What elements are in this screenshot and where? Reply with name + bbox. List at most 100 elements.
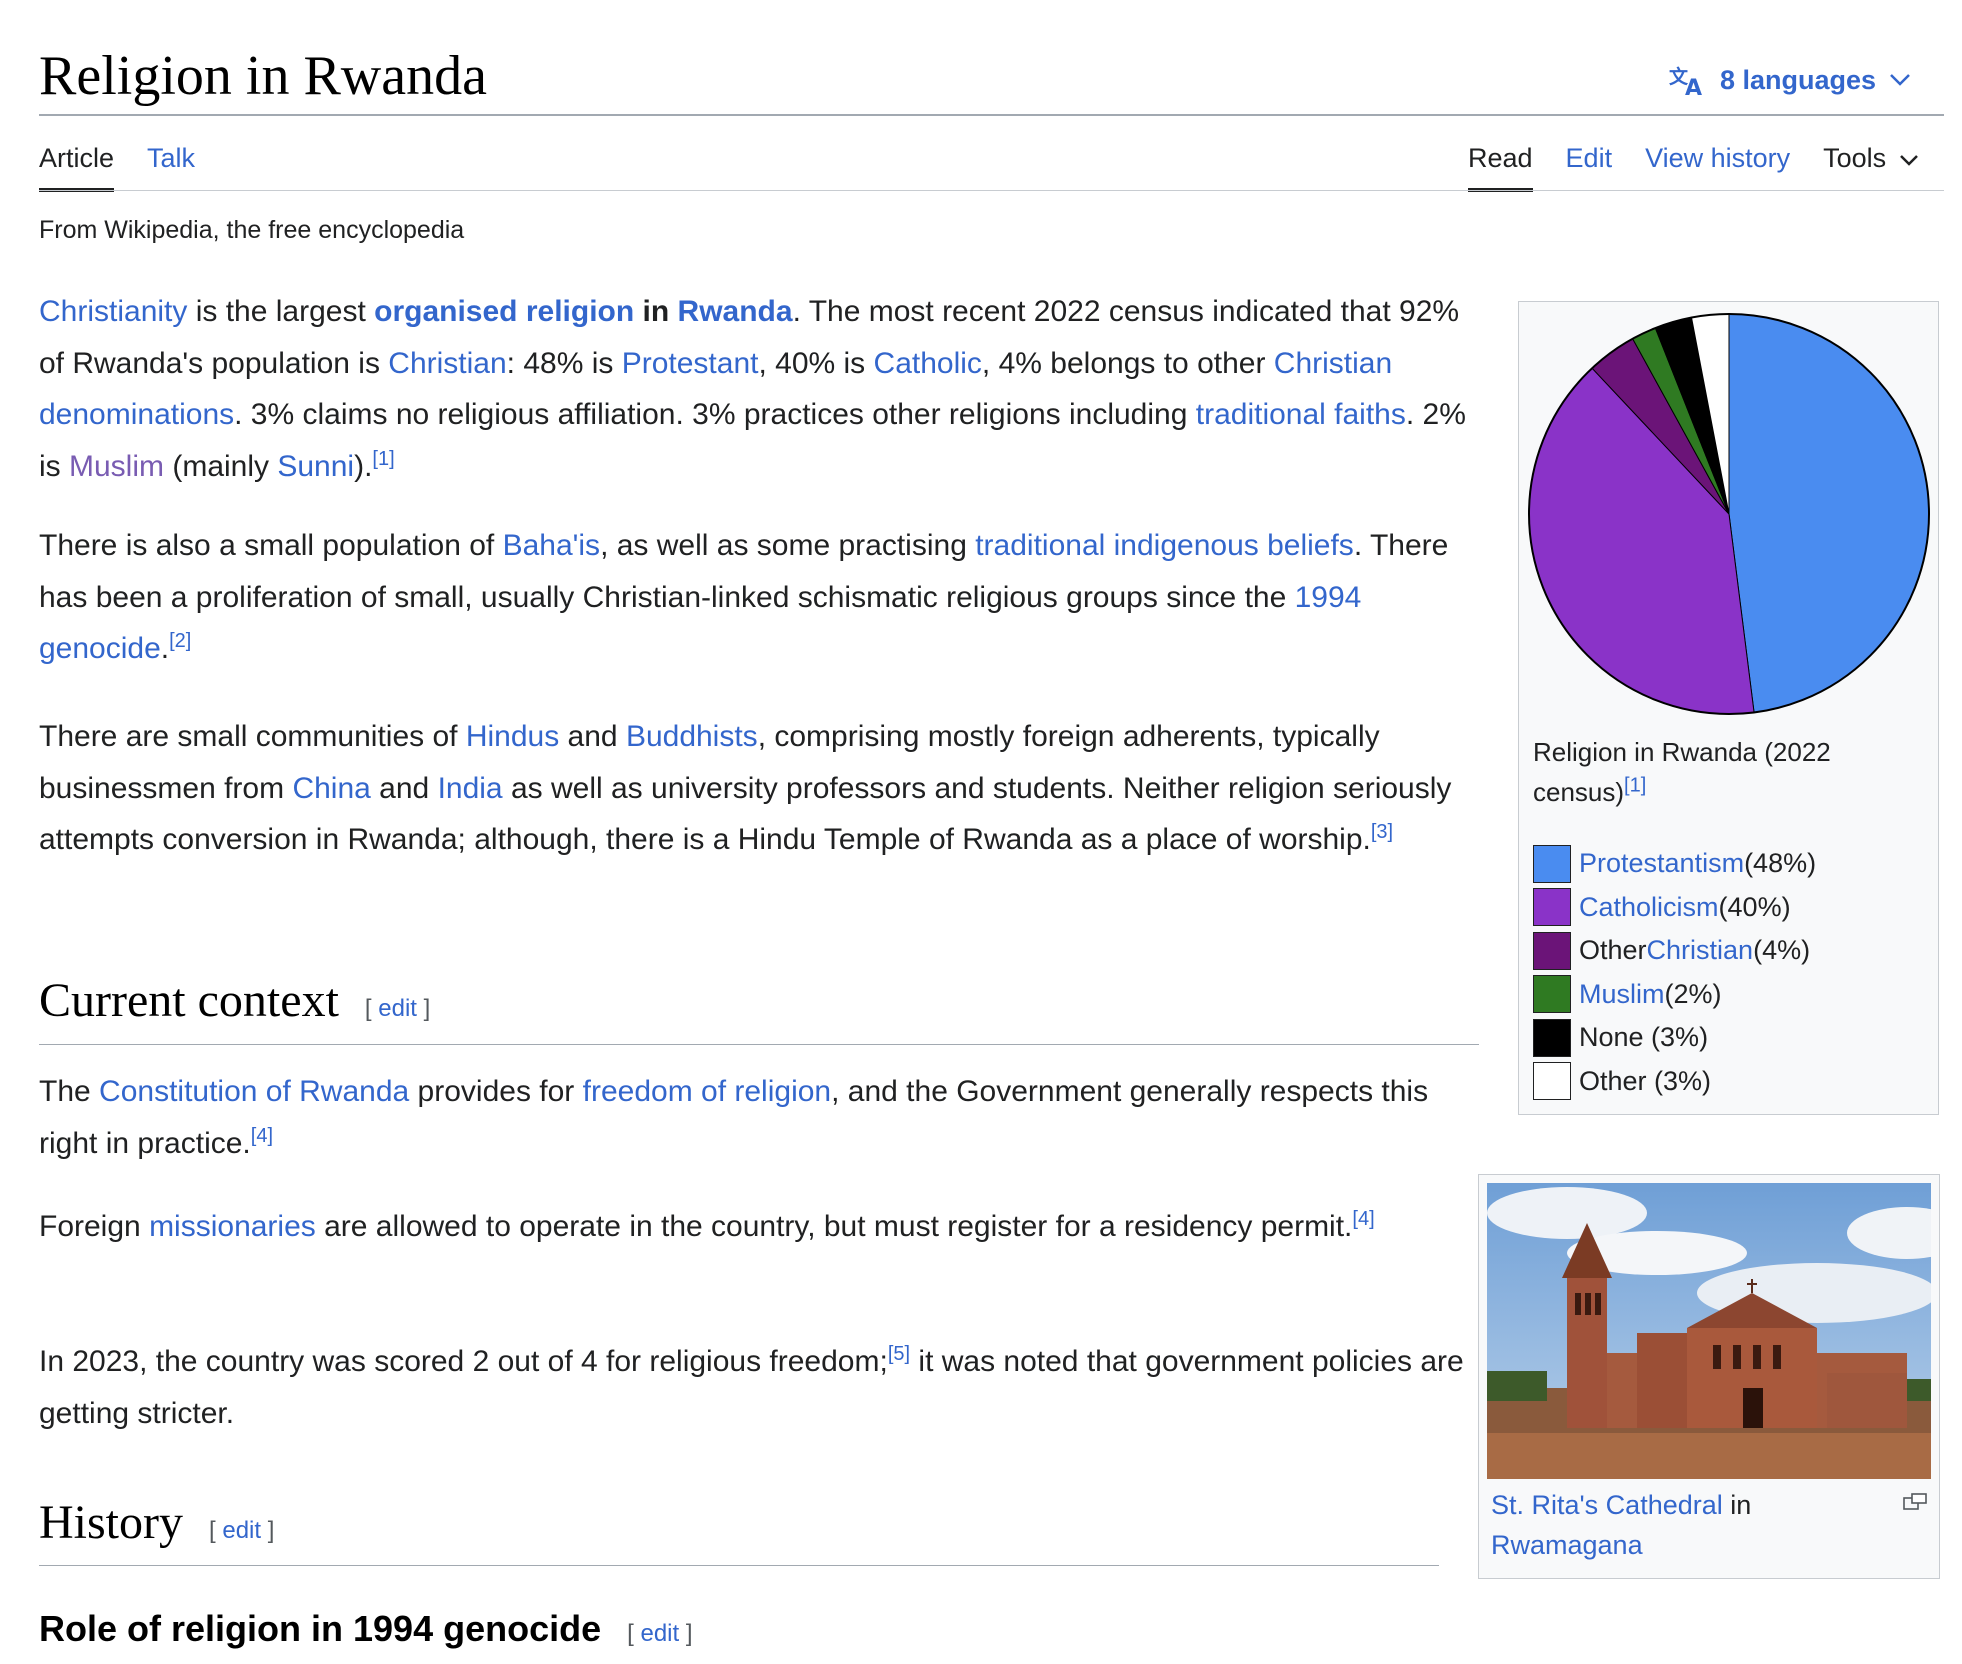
- legend-item-none: None (3%): [1533, 1016, 1816, 1060]
- link-catholic[interactable]: Catholic: [874, 347, 982, 380]
- text: (mainly: [164, 449, 278, 483]
- tab-read[interactable]: Read: [1468, 136, 1533, 192]
- link-muslim-legend[interactable]: Muslim: [1579, 979, 1665, 1010]
- section-edit: [ edit ]: [209, 1498, 274, 1564]
- text: : 48% is: [506, 346, 622, 380]
- section-heading-history: History [ edit ]: [39, 1490, 274, 1564]
- cathedral-thumbnail: St. Rita's Cathedral in Rwamagana: [1478, 1174, 1940, 1579]
- wiki-page: { "page": { "title": "Religion in Rwanda…: [0, 0, 1962, 1664]
- tools-label: Tools: [1823, 143, 1887, 173]
- tools-menu[interactable]: Tools: [1823, 136, 1920, 192]
- text: is the largest: [187, 295, 375, 328]
- text: .: [160, 632, 170, 665]
- link-traditional-faiths[interactable]: traditional faiths: [1196, 398, 1406, 431]
- link-constitution-of-rwanda[interactable]: Constitution of Rwanda: [99, 1075, 409, 1108]
- legend-swatch: [1533, 975, 1571, 1014]
- section-divider: [39, 1565, 1439, 1566]
- link-muslim[interactable]: Muslim: [69, 450, 164, 483]
- reference-link[interactable]: [1]: [1624, 774, 1646, 796]
- reference-link[interactable]: [1]: [372, 448, 394, 470]
- text: , 40% is: [758, 346, 874, 380]
- chevron-down-icon: [1888, 72, 1912, 88]
- bracket: [: [627, 1620, 641, 1647]
- link-bahais[interactable]: Baha'is: [503, 529, 600, 562]
- tab-view-history[interactable]: View history: [1645, 136, 1790, 192]
- current-paragraph-1: The Constitution of Rwanda provides for …: [39, 1066, 1479, 1169]
- text: There is also a small population of: [39, 529, 503, 562]
- text: , 4% belongs to other: [981, 346, 1274, 380]
- link-christian[interactable]: Christian: [1647, 935, 1754, 966]
- title-divider: [39, 114, 1944, 116]
- current-paragraph-3: In 2023, the country was scored 2 out of…: [39, 1336, 1479, 1439]
- legend-item-other-christian: Other Christian (4%): [1533, 929, 1816, 973]
- caption-text: in: [1722, 1490, 1752, 1520]
- link-protestantism[interactable]: Protestantism: [1579, 848, 1744, 879]
- legend-swatch: [1533, 888, 1571, 927]
- link-traditional-indigenous-beliefs[interactable]: traditional indigenous beliefs: [975, 529, 1354, 562]
- legend-swatch: [1533, 1062, 1571, 1101]
- reference-link[interactable]: [4]: [251, 1125, 273, 1147]
- text: are allowed to operate in the country, b…: [315, 1210, 1353, 1243]
- text: and: [559, 720, 626, 753]
- section-edit: [ edit ]: [627, 1609, 692, 1659]
- section-heading-current-context: Current context [ edit ]: [39, 968, 430, 1042]
- reference-link[interactable]: [3]: [1371, 821, 1393, 843]
- legend-text: Other: [1579, 935, 1647, 966]
- legend-swatch: [1533, 931, 1571, 970]
- bracket: ]: [679, 1620, 693, 1647]
- edit-section-link[interactable]: edit: [640, 1620, 679, 1647]
- link-hindus[interactable]: Hindus: [466, 720, 559, 753]
- link-catholicism[interactable]: Catholicism: [1579, 892, 1719, 923]
- link-missionaries[interactable]: missionaries: [149, 1210, 316, 1243]
- link-freedom-of-religion[interactable]: freedom of religion: [583, 1075, 831, 1108]
- tab-talk[interactable]: Talk: [147, 136, 195, 192]
- intro-paragraph-1: Christianity is the largest organised re…: [39, 286, 1479, 492]
- legend-item-muslim: Muslim (2%): [1533, 973, 1816, 1017]
- edit-section-link[interactable]: edit: [222, 1517, 261, 1544]
- subsection-heading-role-of-religion: Role of religion in 1994 genocide [ edit…: [39, 1604, 693, 1659]
- religion-pie-chart-box: Religion in Rwanda (2022 census)[1] Prot…: [1518, 301, 1939, 1115]
- link-protestant[interactable]: Protestant: [622, 347, 759, 380]
- link-buddhists[interactable]: Buddhists: [626, 720, 758, 753]
- bracket: [: [364, 995, 379, 1022]
- tab-edit[interactable]: Edit: [1566, 136, 1613, 192]
- edit-section-link[interactable]: edit: [378, 995, 417, 1022]
- site-tagline: From Wikipedia, the free encyclopedia: [39, 216, 465, 244]
- pie-legend: Protestantism (48%) Catholicism (40%) Ot…: [1533, 842, 1816, 1103]
- legend-item-protestantism: Protestantism (48%): [1533, 842, 1816, 886]
- reference-link[interactable]: [5]: [888, 1343, 910, 1365]
- chevron-down-icon: [1898, 136, 1920, 180]
- link-christianity[interactable]: Christianity: [39, 295, 187, 328]
- bracket: ]: [261, 1517, 275, 1544]
- legend-text: (2%): [1664, 978, 1722, 1009]
- translate-icon: 文 A: [1668, 63, 1708, 97]
- reference-link[interactable]: [2]: [169, 630, 191, 652]
- pie-slice-protestantism: [1728, 313, 1930, 713]
- reference-link[interactable]: [4]: [1352, 1208, 1374, 1230]
- link-india[interactable]: India: [438, 772, 503, 805]
- cathedral-photo[interactable]: [1487, 1183, 1931, 1479]
- legend-text: (4%): [1753, 935, 1811, 966]
- link-rwanda[interactable]: Rwanda: [678, 295, 793, 328]
- link-christian[interactable]: Christian: [388, 347, 506, 380]
- link-sunni[interactable]: Sunni: [277, 450, 354, 483]
- text: provides for: [409, 1075, 583, 1108]
- link-china[interactable]: China: [292, 772, 370, 805]
- text: There are small communities of: [39, 720, 466, 753]
- tab-article[interactable]: Article: [39, 136, 115, 192]
- thumbnail-caption: St. Rita's Cathedral in Rwamagana: [1491, 1485, 1891, 1565]
- link-st-ritas-cathedral[interactable]: St. Rita's Cathedral: [1491, 1490, 1723, 1520]
- link-organised-religion[interactable]: organised religion: [374, 295, 634, 328]
- link-rwamagana[interactable]: Rwamagana: [1491, 1530, 1643, 1560]
- section-divider: [39, 1044, 1479, 1045]
- heading-text: Role of religion in 1994 genocide: [39, 1608, 602, 1649]
- intro-paragraph-2: There is also a small population of Baha…: [39, 520, 1479, 675]
- languages-button[interactable]: 文 A 8 languages: [1668, 58, 1912, 102]
- text: In 2023, the country was scored 2 out of…: [39, 1345, 888, 1378]
- enlarge-icon[interactable]: [1903, 1493, 1927, 1516]
- section-edit: [ edit ]: [365, 976, 430, 1042]
- legend-swatch: [1533, 1018, 1571, 1057]
- caption-text: Religion in Rwanda (2022 census): [1533, 737, 1831, 807]
- legend-text: Other (3%): [1579, 1065, 1712, 1096]
- legend-text: (40%): [1718, 891, 1791, 922]
